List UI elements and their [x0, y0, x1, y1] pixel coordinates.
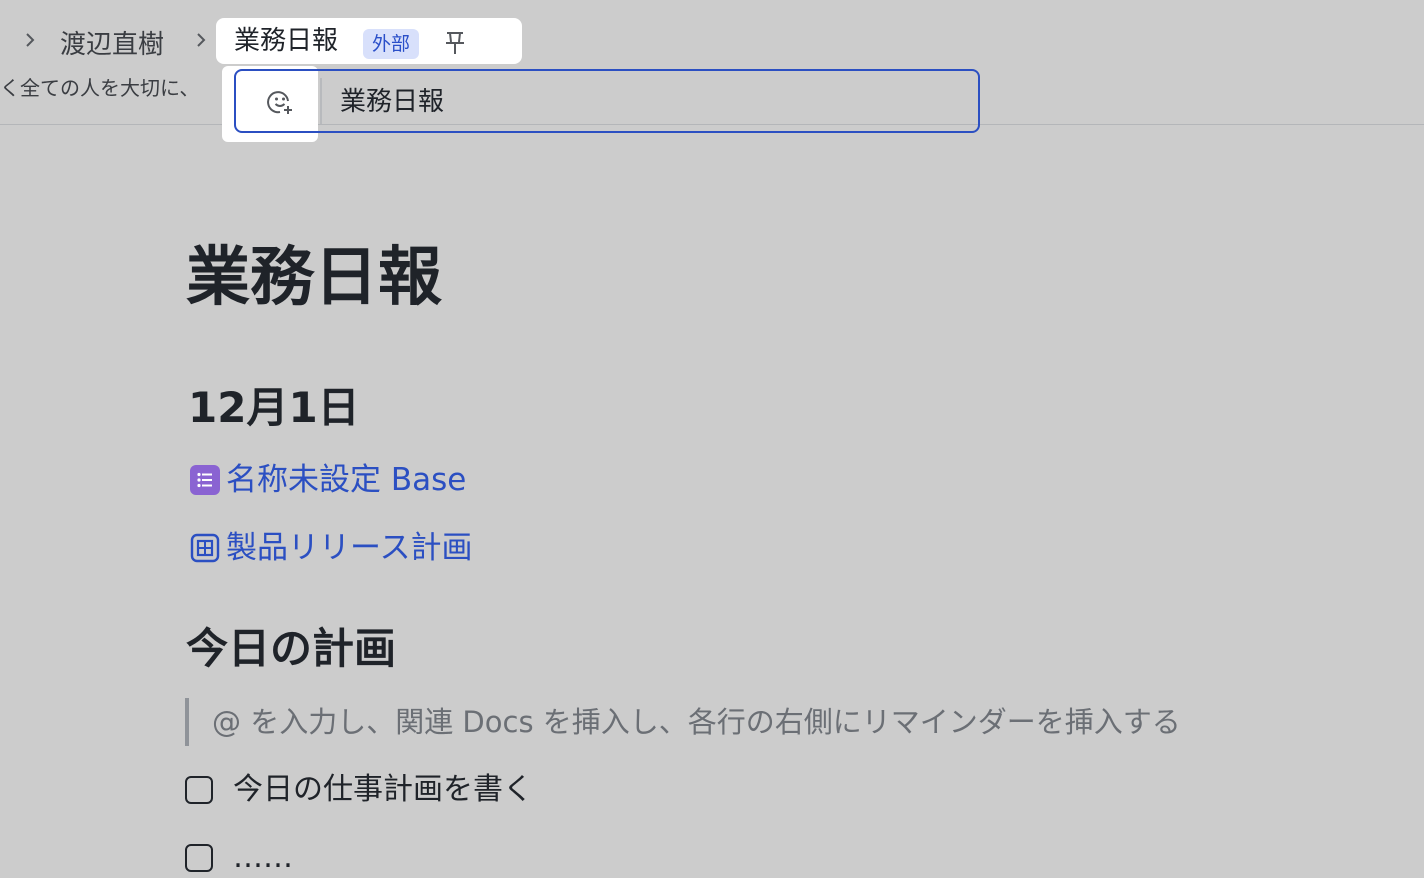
chevron-right-icon	[25, 32, 35, 47]
quote-bar	[185, 698, 189, 746]
breadcrumb-item[interactable]: 渡辺直樹	[60, 28, 164, 62]
document-tab[interactable]: 業務日報 外部	[216, 18, 522, 64]
board-grid-icon	[190, 533, 220, 563]
document-title[interactable]: 業務日報	[186, 236, 442, 320]
pin-icon[interactable]	[444, 30, 466, 56]
input-divider	[320, 78, 322, 124]
doc-link-base[interactable]: 名称未設定 Base	[190, 460, 466, 500]
base-list-icon	[190, 465, 220, 495]
title-input-value[interactable]: 業務日報	[340, 84, 444, 120]
tab-title: 業務日報	[234, 26, 339, 56]
external-badge: 外部	[363, 29, 419, 59]
plan-heading[interactable]: 今日の計画	[186, 622, 396, 676]
todo-item[interactable]: ……	[185, 838, 293, 878]
todo-item[interactable]: 今日の仕事計画を書く	[185, 770, 533, 810]
doc-link-label[interactable]: 名称未設定 Base	[226, 460, 466, 500]
header-subtitle: く全ての人を大切に、	[0, 76, 200, 100]
quote-placeholder[interactable]: @ を入力し、関連 Docs を挿入し、各行の右側にリマインダーを挿入する	[212, 702, 1181, 742]
todo-checkbox[interactable]	[185, 776, 213, 804]
chevron-right-icon	[196, 32, 206, 47]
doc-link-release-plan[interactable]: 製品リリース計画	[190, 528, 472, 568]
doc-link-label[interactable]: 製品リリース計画	[226, 528, 472, 568]
date-heading[interactable]: 12月1日	[188, 382, 360, 434]
todo-text[interactable]: 今日の仕事計画を書く	[233, 770, 533, 810]
todo-text[interactable]: ……	[233, 838, 293, 878]
todo-checkbox[interactable]	[185, 844, 213, 872]
add-emoji-icon[interactable]	[266, 88, 294, 116]
